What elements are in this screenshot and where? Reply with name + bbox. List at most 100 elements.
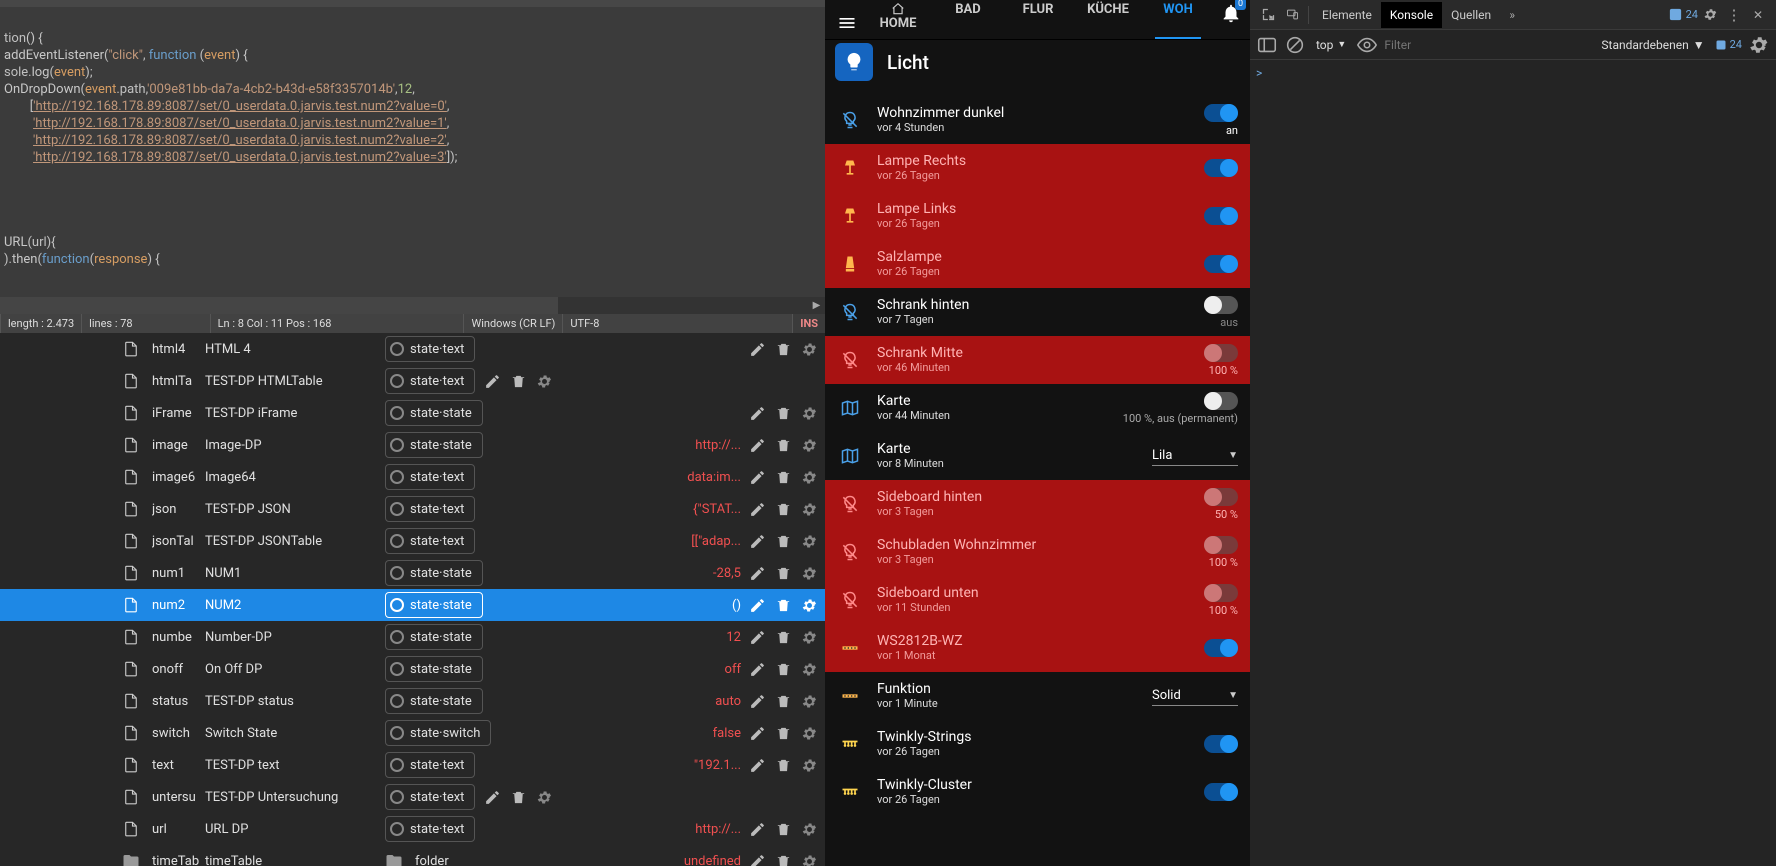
role-chip[interactable]: state·state [385, 560, 483, 586]
settings-icon[interactable] [799, 339, 819, 359]
settings-icon[interactable] [799, 499, 819, 519]
edit-icon[interactable] [747, 563, 767, 583]
code-content[interactable]: tion() {addEventListener("click", functi… [0, 30, 825, 297]
tree-row[interactable]: jsonTal TEST-DP JSONTable state·text [["… [0, 525, 825, 557]
toggle-switch[interactable] [1204, 207, 1238, 225]
edit-icon[interactable] [747, 659, 767, 679]
settings-icon[interactable] [1698, 3, 1722, 27]
toggle-switch[interactable] [1204, 584, 1238, 602]
scrollbar-thumb[interactable] [0, 297, 558, 314]
tab-elements[interactable]: Elemente [1313, 2, 1381, 28]
role-chip[interactable]: state·state [385, 432, 483, 458]
tree-row[interactable]: timeTab timeTable folder undefined [0, 845, 825, 866]
tree-row[interactable]: status TEST-DP status state·state auto [0, 685, 825, 717]
edit-icon[interactable] [747, 627, 767, 647]
device-row[interactable]: Schubladen Wohnzimmervor 3 Tagen 100 % [825, 528, 1250, 576]
device-row[interactable]: Schrank Mittevor 46 Minuten 100 % [825, 336, 1250, 384]
issues-counter[interactable]: 24 [1668, 7, 1698, 22]
inspect-icon[interactable] [1256, 3, 1280, 27]
edit-icon[interactable] [747, 691, 767, 711]
delete-icon[interactable] [773, 659, 793, 679]
edit-icon[interactable] [747, 435, 767, 455]
toggle-switch[interactable] [1204, 296, 1238, 314]
settings-icon[interactable] [799, 467, 819, 487]
delete-icon[interactable] [773, 563, 793, 583]
settings-icon[interactable] [799, 755, 819, 775]
edit-icon[interactable] [747, 467, 767, 487]
filter-input[interactable] [1384, 38, 1591, 52]
tab-flur[interactable]: FLUR [1003, 2, 1073, 39]
edit-icon[interactable] [747, 723, 767, 743]
console-body[interactable]: > [1250, 60, 1776, 866]
role-chip[interactable]: state·state [385, 688, 483, 714]
tree-row[interactable]: url URL DP state·text http://... [0, 813, 825, 845]
role-chip[interactable]: state·state [385, 656, 483, 682]
devtools-close-icon[interactable]: ✕ [1746, 3, 1770, 27]
edit-icon[interactable] [747, 403, 767, 423]
toggle-switch[interactable] [1204, 735, 1238, 753]
settings-icon[interactable] [534, 787, 554, 807]
dropdown[interactable]: Solid▼ [1152, 686, 1238, 706]
tab-bad[interactable]: BAD [933, 2, 1003, 39]
device-row[interactable]: Lampe Rechtsvor 26 Tagen [825, 144, 1250, 192]
device-row[interactable]: Twinkly-Stringsvor 26 Tagen [825, 720, 1250, 768]
delete-icon[interactable] [773, 339, 793, 359]
settings-icon[interactable] [799, 723, 819, 743]
device-row[interactable]: Wohnzimmer dunkelvor 4 Stunden an [825, 96, 1250, 144]
delete-icon[interactable] [773, 755, 793, 775]
tree-row[interactable]: text TEST-DP text state·text "192.1... [0, 749, 825, 781]
delete-icon[interactable] [773, 691, 793, 711]
role-chip[interactable]: state·text [385, 496, 475, 522]
edit-icon[interactable] [747, 851, 767, 866]
toggle-switch[interactable] [1204, 255, 1238, 273]
toggle-switch[interactable] [1204, 392, 1238, 410]
tab-console[interactable]: Konsole [1381, 2, 1442, 28]
device-row[interactable]: Salzlampevor 26 Tagen [825, 240, 1250, 288]
role-chip[interactable]: state·state [385, 592, 483, 618]
tree-row[interactable]: numbe Number-DP state·state 12 [0, 621, 825, 653]
tree-row[interactable]: onoff On Off DP state·state off [0, 653, 825, 685]
edit-icon[interactable] [482, 371, 502, 391]
role-chip[interactable]: state·text [385, 752, 475, 778]
scrollbar-right-arrow[interactable]: ▶ [808, 297, 825, 314]
device-row[interactable]: WS2812B-WZvor 1 Monat [825, 624, 1250, 672]
settings-icon[interactable] [799, 691, 819, 711]
horizontal-scrollbar[interactable]: ▶ [0, 297, 825, 314]
role-chip[interactable]: state·text [385, 464, 475, 490]
tree-row[interactable]: iFrame TEST-DP iFrame state·state [0, 397, 825, 429]
issues-count-sub[interactable]: 24 [1715, 38, 1742, 51]
delete-icon[interactable] [508, 787, 528, 807]
delete-icon[interactable] [773, 499, 793, 519]
tree-row[interactable]: num1 NUM1 state·state -28,5 [0, 557, 825, 589]
delete-icon[interactable] [773, 627, 793, 647]
tree-row[interactable]: switch Switch State state·switch false [0, 717, 825, 749]
edit-icon[interactable] [747, 595, 767, 615]
notifications-button[interactable]: 0 [1220, 2, 1242, 28]
tab-home[interactable]: HOME [863, 2, 933, 39]
device-row[interactable]: Twinkly-Clustervor 26 Tagen [825, 768, 1250, 816]
dropdown[interactable]: Lila▼ [1152, 446, 1238, 466]
settings-icon[interactable] [534, 371, 554, 391]
toggle-switch[interactable] [1204, 536, 1238, 554]
settings-icon[interactable] [799, 595, 819, 615]
tree-row[interactable]: untersu TEST-DP Untersuchung state·text [0, 781, 825, 813]
tree-row[interactable]: num2 NUM2 state·state () [0, 589, 825, 621]
settings-icon[interactable] [799, 851, 819, 866]
role-chip[interactable]: state·text [385, 528, 475, 554]
live-expression-icon[interactable] [1356, 34, 1378, 56]
role-chip[interactable]: state·switch [385, 720, 491, 746]
toggle-switch[interactable] [1204, 783, 1238, 801]
tree-row[interactable]: image6 Image64 state·text data:im... [0, 461, 825, 493]
tab-küche[interactable]: KÜCHE [1073, 2, 1143, 39]
device-row[interactable]: Kartevor 8 Minuten Lila▼ [825, 432, 1250, 480]
edit-icon[interactable] [747, 819, 767, 839]
edit-icon[interactable] [747, 755, 767, 775]
role-chip[interactable]: state·state [385, 400, 483, 426]
role-chip[interactable]: state·text [385, 368, 475, 394]
delete-icon[interactable] [773, 403, 793, 423]
tree-row[interactable]: image Image-DP state·state http://... [0, 429, 825, 461]
device-row[interactable]: Funktionvor 1 Minute Solid▼ [825, 672, 1250, 720]
settings-icon[interactable] [799, 627, 819, 647]
console-settings-icon[interactable] [1748, 34, 1770, 56]
console-sidebar-toggle-icon[interactable] [1256, 34, 1278, 56]
